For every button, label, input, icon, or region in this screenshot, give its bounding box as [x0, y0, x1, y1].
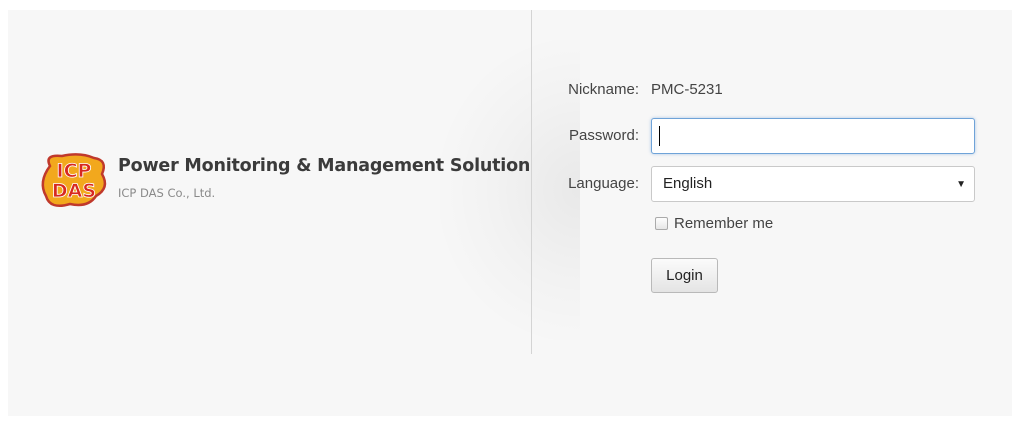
divider-shadow	[440, 40, 580, 340]
password-label: Password:	[568, 127, 639, 144]
dropdown-arrow-icon: ▼	[956, 179, 966, 190]
language-selected-value: English	[663, 175, 713, 192]
brand-title: Power Monitoring & Management Solution	[118, 156, 531, 176]
remember-me-checkbox[interactable]	[655, 217, 668, 230]
language-label: Language:	[568, 175, 639, 192]
language-select[interactable]: English ▼	[651, 166, 975, 202]
logo-text-top: ICP	[57, 160, 92, 182]
text-caret	[659, 126, 660, 146]
password-input[interactable]	[651, 118, 975, 154]
brand-subtitle: ICP DAS Co., Ltd.	[118, 186, 216, 200]
remember-me-label[interactable]: Remember me	[674, 215, 773, 232]
logo-text-bottom: DAS	[52, 180, 96, 202]
vertical-divider	[531, 10, 532, 354]
nickname-label: Nickname:	[568, 81, 639, 98]
nickname-value: PMC-5231	[651, 81, 723, 98]
icp-das-logo: ICP DAS	[41, 153, 107, 207]
login-button[interactable]: Login	[651, 258, 718, 293]
